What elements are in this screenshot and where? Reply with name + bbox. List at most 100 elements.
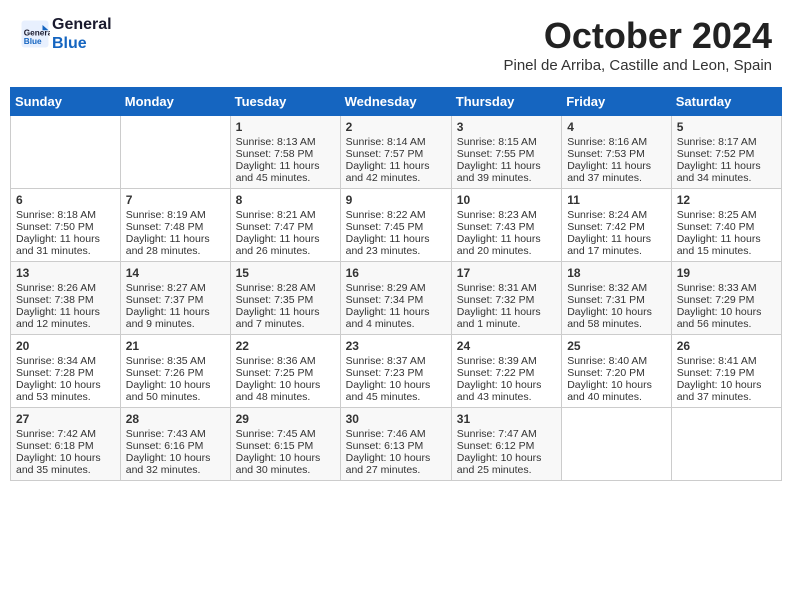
day-info: Daylight: 10 hours and 48 minutes. (236, 379, 335, 403)
day-info: Daylight: 11 hours and 26 minutes. (236, 233, 335, 257)
day-number: 1 (236, 120, 335, 134)
day-info: Sunrise: 8:23 AM (457, 209, 556, 221)
page-header: General Blue General Blue October 2024 P… (10, 10, 782, 79)
day-info: Sunset: 7:58 PM (236, 148, 335, 160)
day-number: 20 (16, 339, 115, 353)
day-info: Sunset: 7:37 PM (126, 294, 225, 306)
day-number: 14 (126, 266, 225, 280)
day-info: Sunset: 7:29 PM (677, 294, 776, 306)
day-info: Sunrise: 8:35 AM (126, 355, 225, 367)
calendar-cell: 8Sunrise: 8:21 AMSunset: 7:47 PMDaylight… (230, 189, 340, 262)
day-info: Sunrise: 8:33 AM (677, 282, 776, 294)
calendar-cell: 21Sunrise: 8:35 AMSunset: 7:26 PMDayligh… (120, 335, 230, 408)
calendar-cell: 5Sunrise: 8:17 AMSunset: 7:52 PMDaylight… (671, 116, 781, 189)
day-info: Sunset: 7:25 PM (236, 367, 335, 379)
day-info: Sunset: 6:13 PM (346, 440, 446, 452)
day-info: Daylight: 10 hours and 37 minutes. (677, 379, 776, 403)
day-info: Daylight: 10 hours and 32 minutes. (126, 452, 225, 476)
day-header-tuesday: Tuesday (230, 88, 340, 116)
day-number: 23 (346, 339, 446, 353)
day-number: 24 (457, 339, 556, 353)
day-info: Sunset: 6:15 PM (236, 440, 335, 452)
day-info: Sunset: 6:16 PM (126, 440, 225, 452)
day-info: Daylight: 11 hours and 42 minutes. (346, 160, 446, 184)
calendar-cell: 28Sunrise: 7:43 AMSunset: 6:16 PMDayligh… (120, 408, 230, 481)
day-header-saturday: Saturday (671, 88, 781, 116)
day-info: Sunset: 7:19 PM (677, 367, 776, 379)
day-info: Sunrise: 7:46 AM (346, 428, 446, 440)
day-info: Sunset: 7:45 PM (346, 221, 446, 233)
day-info: Daylight: 11 hours and 12 minutes. (16, 306, 115, 330)
day-info: Daylight: 10 hours and 53 minutes. (16, 379, 115, 403)
day-number: 22 (236, 339, 335, 353)
day-info: Daylight: 10 hours and 27 minutes. (346, 452, 446, 476)
calendar-cell: 30Sunrise: 7:46 AMSunset: 6:13 PMDayligh… (340, 408, 451, 481)
day-info: Sunrise: 7:42 AM (16, 428, 115, 440)
day-info: Sunrise: 8:15 AM (457, 136, 556, 148)
day-info: Sunset: 7:31 PM (567, 294, 666, 306)
day-info: Sunset: 7:32 PM (457, 294, 556, 306)
day-info: Daylight: 11 hours and 31 minutes. (16, 233, 115, 257)
calendar-cell: 3Sunrise: 8:15 AMSunset: 7:55 PMDaylight… (451, 116, 561, 189)
calendar-cell: 27 Sunrise: 7:42 AMSunset: 6:18 PMDayligh… (11, 408, 121, 481)
day-info: Sunrise: 8:24 AM (567, 209, 666, 221)
day-info: Daylight: 10 hours and 56 minutes. (677, 306, 776, 330)
title-section: October 2024 Pinel de Arriba, Castille a… (503, 15, 772, 74)
day-info: Sunset: 7:48 PM (126, 221, 225, 233)
day-info: Sunrise: 8:36 AM (236, 355, 335, 367)
logo-line1: General (52, 15, 112, 34)
day-info: Sunset: 7:22 PM (457, 367, 556, 379)
day-info: Sunrise: 8:28 AM (236, 282, 335, 294)
calendar-cell: 15Sunrise: 8:28 AMSunset: 7:35 PMDayligh… (230, 262, 340, 335)
day-info: Sunset: 7:38 PM (16, 294, 115, 306)
day-header-monday: Monday (120, 88, 230, 116)
day-info: Sunrise: 8:31 AM (457, 282, 556, 294)
day-info: Sunset: 7:40 PM (677, 221, 776, 233)
day-info: Sunset: 6:18 PM (16, 440, 115, 452)
day-number: 4 (567, 120, 666, 134)
day-number: 27 (16, 412, 115, 426)
day-number: 19 (677, 266, 776, 280)
day-info: Daylight: 11 hours and 34 minutes. (677, 160, 776, 184)
calendar-cell: 20Sunrise: 8:34 AMSunset: 7:28 PMDayligh… (11, 335, 121, 408)
logo: General Blue General Blue (20, 15, 112, 53)
month-title: October 2024 (503, 15, 772, 57)
day-info: Sunrise: 8:18 AM (16, 209, 115, 221)
day-info: Daylight: 10 hours and 30 minutes. (236, 452, 335, 476)
day-info: Sunrise: 8:41 AM (677, 355, 776, 367)
day-info: Daylight: 11 hours and 1 minute. (457, 306, 556, 330)
day-info: Daylight: 10 hours and 50 minutes. (126, 379, 225, 403)
day-number: 5 (677, 120, 776, 134)
day-info: Daylight: 11 hours and 20 minutes. (457, 233, 556, 257)
day-info: Sunrise: 8:27 AM (126, 282, 225, 294)
calendar-cell: 1Sunrise: 8:13 AMSunset: 7:58 PMDaylight… (230, 116, 340, 189)
calendar-cell: 7Sunrise: 8:19 AMSunset: 7:48 PMDaylight… (120, 189, 230, 262)
day-info: Daylight: 10 hours and 58 minutes. (567, 306, 666, 330)
day-info: Sunrise: 8:40 AM (567, 355, 666, 367)
day-info: Sunset: 7:47 PM (236, 221, 335, 233)
day-number: 2 (346, 120, 446, 134)
day-header-sunday: Sunday (11, 88, 121, 116)
day-info: Sunrise: 7:47 AM (457, 428, 556, 440)
day-header-wednesday: Wednesday (340, 88, 451, 116)
day-number: 13 (16, 266, 115, 280)
calendar-cell: 6Sunrise: 8:18 AMSunset: 7:50 PMDaylight… (11, 189, 121, 262)
calendar-cell: 17Sunrise: 8:31 AMSunset: 7:32 PMDayligh… (451, 262, 561, 335)
calendar-cell: 18Sunrise: 8:32 AMSunset: 7:31 PMDayligh… (562, 262, 672, 335)
calendar-cell: 22 Sunrise: 8:36 AMSunset: 7:25 PMDayligh… (230, 335, 340, 408)
day-info: Sunset: 7:52 PM (677, 148, 776, 160)
day-info: Daylight: 10 hours and 35 minutes. (16, 452, 115, 476)
day-info: Sunrise: 8:25 AM (677, 209, 776, 221)
day-number: 31 (457, 412, 556, 426)
calendar-cell: 10Sunrise: 8:23 AMSunset: 7:43 PMDayligh… (451, 189, 561, 262)
day-number: 15 (236, 266, 335, 280)
calendar-cell: 26Sunrise: 8:41 AMSunset: 7:19 PMDayligh… (671, 335, 781, 408)
calendar-cell: 12Sunrise: 8:25 AMSunset: 7:40 PMDayligh… (671, 189, 781, 262)
day-info: Sunset: 7:50 PM (16, 221, 115, 233)
day-info: Daylight: 11 hours and 28 minutes. (126, 233, 225, 257)
calendar-cell: 24Sunrise: 8:39 AMSunset: 7:22 PMDayligh… (451, 335, 561, 408)
calendar-cell (671, 408, 781, 481)
day-info: Daylight: 11 hours and 39 minutes. (457, 160, 556, 184)
day-info: Sunrise: 8:39 AM (457, 355, 556, 367)
day-number: 11 (567, 193, 666, 207)
